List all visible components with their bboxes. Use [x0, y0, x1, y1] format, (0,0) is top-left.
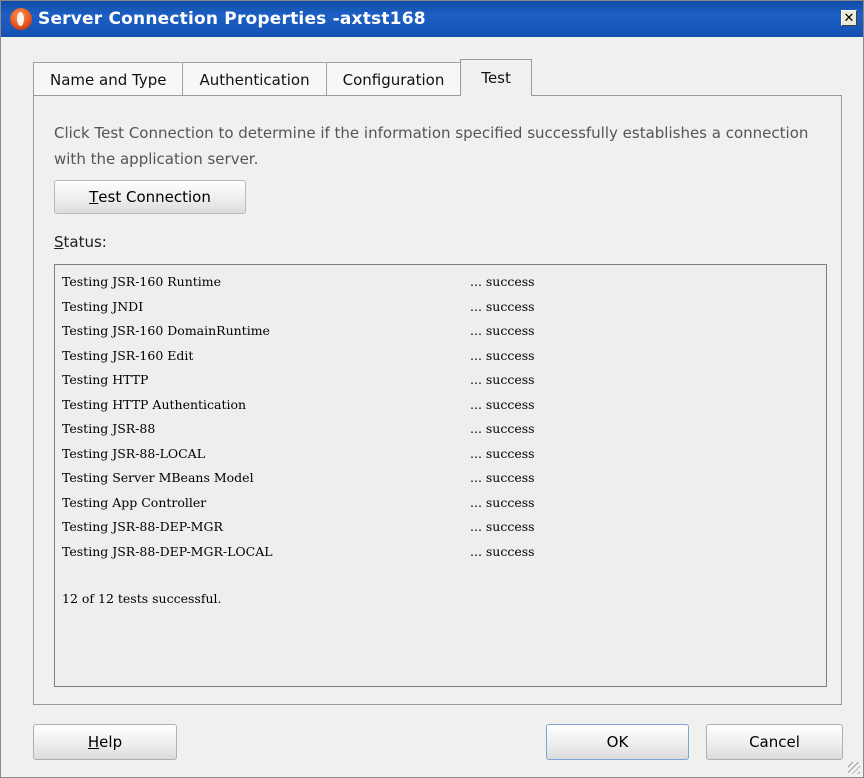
ok-button[interactable]: OK	[546, 724, 689, 760]
status-summary: 12 of 12 tests successful.	[62, 591, 222, 606]
status-result-row: Testing App Controller ... success	[62, 495, 826, 520]
test-connection-label: est Connection	[98, 188, 211, 206]
status-test-result: ... success	[470, 298, 535, 314]
status-test-result: ... success	[470, 372, 535, 387]
resize-grip-icon[interactable]	[848, 762, 860, 774]
close-icon[interactable]: ✕	[841, 10, 857, 26]
test-connection-mnemonic: T	[89, 188, 99, 206]
status-test-result: ... success	[470, 323, 535, 338]
status-test-name: Testing JSR-88	[62, 421, 156, 436]
status-test-result: ... success	[470, 494, 535, 510]
tab-authentication[interactable]: Authentication	[182, 62, 327, 96]
status-test-name: Testing HTTP Authentication	[62, 396, 247, 412]
status-test-result: ... success	[470, 543, 535, 559]
status-result-row: Testing JSR-88-DEP-MGR ... success	[62, 519, 826, 544]
status-test-name: Testing HTTP	[62, 372, 149, 387]
status-lines: Testing JSR-160 Runtime... success Testin…	[62, 274, 826, 568]
status-result-row: Testing JSR-88-DEP-MGR-LOCAL ... success	[62, 544, 826, 569]
status-result-row: Testing HTTP Authentication ... success	[62, 397, 826, 422]
status-result-row: Testing JSR-88 ... success	[62, 421, 826, 446]
status-result-row: Testing JSR-160 Edit ... success	[62, 348, 826, 373]
status-test-result: ... success	[470, 347, 535, 363]
status-test-result: ... success	[470, 519, 535, 534]
status-label: Status:	[54, 233, 107, 251]
status-result-row: Testing JNDI ... success	[62, 299, 826, 324]
status-test-result: ... success	[470, 421, 535, 436]
tab-bar: Name and Type Authentication Configurati…	[33, 59, 532, 96]
status-test-result: ... success	[470, 445, 535, 461]
status-result-row: Testing HTTP ... success	[62, 372, 826, 397]
tab-test[interactable]: Test	[460, 59, 532, 96]
window-title: Server Connection Properties -axtst168	[38, 9, 426, 29]
help-mnemonic: H	[87, 733, 100, 751]
status-label-mnemonic: S	[54, 233, 64, 251]
test-connection-button[interactable]: Test Connection	[54, 180, 246, 214]
status-result-row: Testing Server MBeans Model ... success	[62, 470, 826, 495]
status-test-name: Testing JSR-160 DomainRuntime	[62, 323, 270, 338]
status-test-name: Testing JSR-88-DEP-MGR	[62, 519, 223, 534]
status-test-name: Testing JNDI	[62, 298, 144, 314]
status-test-name: Testing JSR-88-LOCAL	[62, 445, 206, 461]
status-test-name: Testing App Controller	[62, 494, 207, 510]
server-connection-dialog: Server Connection Properties -axtst168 ✕…	[0, 0, 864, 778]
status-test-result: ... success	[470, 396, 535, 412]
jdeveloper-app-icon	[10, 8, 32, 30]
title-bar[interactable]: Server Connection Properties -axtst168 ✕	[1, 1, 863, 37]
status-result-row: Testing JSR-88-LOCAL ... success	[62, 446, 826, 471]
status-output-area[interactable]: Testing JSR-160 Runtime... success Testin…	[54, 264, 827, 687]
test-description: Click Test Connection to determine if th…	[54, 124, 809, 168]
status-test-name: Testing JSR-160 Runtime	[62, 274, 222, 289]
status-test-name: Testing Server MBeans Model	[62, 470, 254, 485]
status-test-result: ... success	[470, 470, 535, 485]
status-test-result: ... success	[470, 274, 535, 289]
help-button[interactable]: Help	[33, 724, 177, 760]
help-label: elp	[99, 733, 123, 751]
status-test-name: Testing JSR-160 Edit	[62, 347, 194, 363]
tab-configuration[interactable]: Configuration	[325, 62, 462, 96]
status-result-row: Testing JSR-160 Runtime ... success	[62, 274, 826, 299]
status-result-row: Testing JSR-160 DomainRuntime ... success	[62, 323, 826, 348]
status-label-text: tatus:	[63, 233, 107, 251]
test-tab-panel: Click Test Connection to determine if th…	[33, 95, 842, 705]
cancel-button[interactable]: Cancel	[706, 724, 843, 760]
status-test-name: Testing JSR-88-DEP-MGR-LOCAL	[62, 543, 273, 559]
tab-name-and-type[interactable]: Name and Type	[33, 62, 184, 96]
